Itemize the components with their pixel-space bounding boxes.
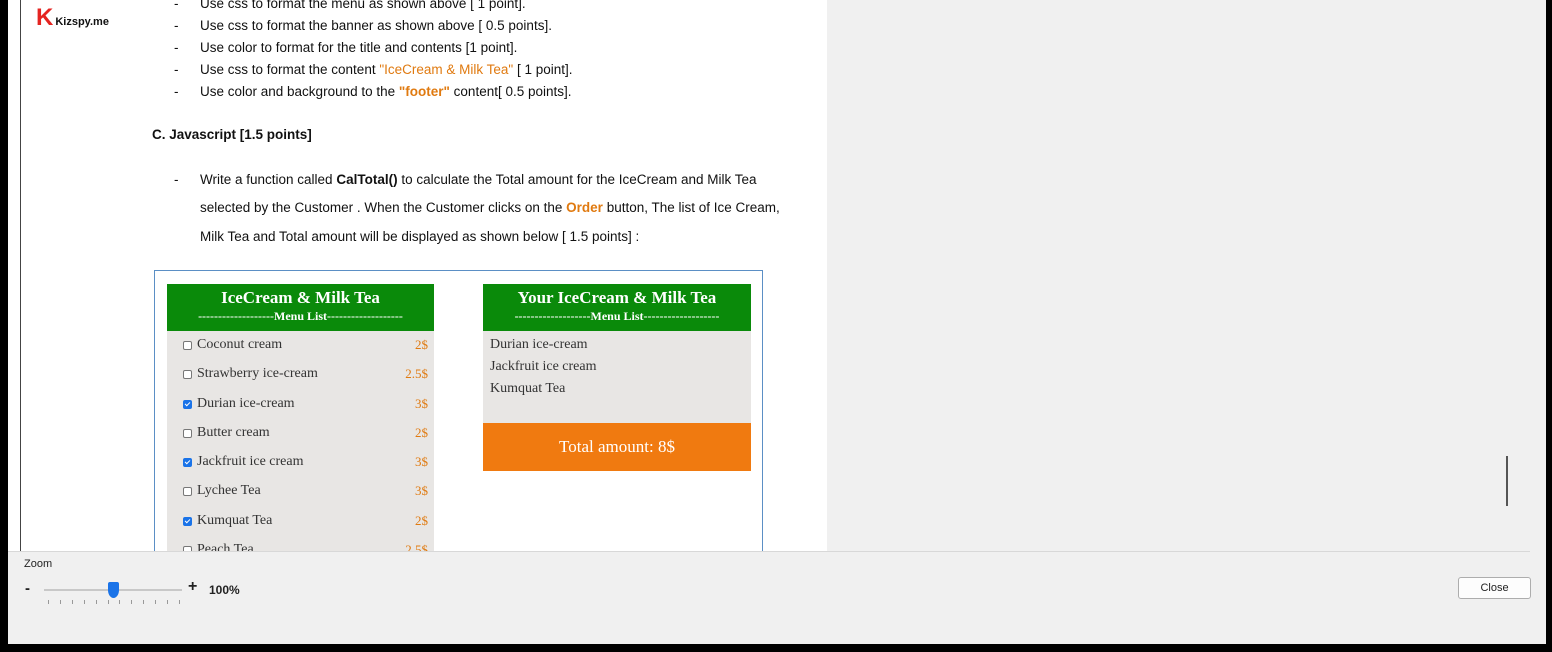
highlight-text: "IceCream & Milk Tea" — [379, 62, 514, 77]
menu-item: Strawberry ice-cream 2.5$ — [167, 360, 434, 389]
zoom-slider-thumb[interactable] — [108, 582, 119, 598]
menu-item-name: Jackfruit ice cream — [197, 454, 304, 470]
menu-item-name: Coconut cream — [197, 337, 283, 352]
doc-line: selected by the Customer . When the Cust… — [200, 200, 780, 215]
doc-line: Write a function called CalTotal() to ca… — [200, 172, 757, 187]
order-item: Kumquat Tea — [490, 381, 566, 396]
bullet: - — [174, 84, 179, 99]
menu-item-name: Durian ice-cream — [197, 395, 295, 411]
bullet: - — [174, 18, 179, 33]
order-title: Your IceCream & Milk Tea — [517, 288, 717, 307]
menu-title: IceCream & Milk Tea — [221, 288, 380, 307]
doc-line: Use css to format the content "IceCream … — [200, 62, 573, 77]
doc-line: Use color to format for the title and co… — [200, 40, 518, 55]
document-area: K Kizspy.me - Use css to format the menu… — [8, 0, 1530, 552]
order-subtitle: -------------------Menu List------------… — [514, 309, 720, 323]
document-page: K Kizspy.me - Use css to format the menu… — [34, 0, 827, 551]
menu-item: Peach Tea 2.5$ — [167, 536, 434, 551]
menu-item-name: Peach Tea — [197, 542, 254, 551]
menu-item-price: 2$ — [415, 512, 428, 528]
doc-line: Milk Tea and Total amount will be displa… — [200, 229, 640, 244]
menu-item-price: 2$ — [415, 424, 428, 440]
order-item: Jackfruit ice cream — [490, 359, 597, 374]
menu-item-checkbox[interactable] — [183, 428, 192, 438]
menu-item: Jackfruit ice cream 3$ — [167, 448, 434, 477]
zoom-out-button[interactable]: - — [25, 580, 30, 597]
menu-item: Durian ice-cream 3$ — [167, 390, 434, 419]
zoom-in-button[interactable]: + — [188, 578, 197, 596]
menu-item: Kumquat Tea 2$ — [167, 507, 434, 536]
menu-item-price: 3$ — [415, 483, 428, 499]
total-amount: Total amount: 8$ — [483, 422, 751, 471]
doc-line: Use color and background to the "footer"… — [200, 84, 572, 99]
highlight-text: Order — [566, 200, 603, 215]
menu-item-price: 2.5$ — [405, 542, 428, 551]
order-header: Your IceCream & Milk Tea ---------------… — [483, 284, 751, 331]
order-panel: Your IceCream & Milk Tea ---------------… — [483, 284, 751, 471]
menu-item-checkbox[interactable] — [183, 399, 192, 409]
menu-item: Coconut cream 2$ — [167, 331, 434, 360]
doc-line: Use css to format the menu as shown abov… — [200, 0, 526, 11]
kizspy-logo: K Kizspy.me — [36, 4, 109, 31]
section-title: C. Javascript [1.5 points] — [152, 127, 312, 142]
menu-item-checkbox[interactable] — [183, 516, 192, 526]
menu-item-checkbox[interactable] — [183, 458, 192, 468]
highlight-text: "footer" — [398, 84, 450, 99]
menu-item-name: Lychee Tea — [197, 483, 261, 499]
menu-item: Lychee Tea 3$ — [167, 477, 434, 506]
menu-item-price: 2$ — [415, 337, 428, 352]
menu-item-checkbox[interactable] — [183, 341, 192, 350]
zoom-label: Zoom — [24, 558, 53, 570]
menu-item: Butter cream 2$ — [167, 419, 434, 448]
order-item: Durian ice-cream — [490, 337, 588, 352]
order-list: Durian ice-cream Jackfruit ice cream Kumqu… — [483, 331, 751, 422]
menu-item-name: Butter cream — [197, 424, 270, 440]
function-name: CalTotal() — [336, 172, 398, 187]
menu-list: Coconut cream 2$ Strawberry ice-cream 2.5$ D… — [167, 331, 434, 551]
bullet: - — [174, 0, 179, 11]
menu-item-price: 3$ — [415, 395, 428, 411]
menu-panel: IceCream & Milk Tea -------------------M… — [167, 284, 434, 551]
logo-letter: K — [36, 4, 54, 31]
menu-header: IceCream & Milk Tea -------------------M… — [167, 284, 434, 331]
vertical-scrollbar[interactable] — [1506, 456, 1508, 506]
image-viewer: K Kizspy.me - Use css to format the menu… — [8, 0, 1546, 644]
menu-item-name: Kumquat Tea — [197, 512, 273, 528]
menu-item-price: 2.5$ — [405, 366, 428, 382]
close-button[interactable]: Close — [1458, 577, 1531, 599]
menu-item-checkbox[interactable] — [183, 546, 192, 551]
bullet: - — [174, 172, 179, 187]
menu-item-checkbox[interactable] — [183, 487, 192, 497]
zoom-slider-ticks — [48, 600, 180, 605]
menu-item-price: 3$ — [415, 454, 428, 470]
menu-item-name: Strawberry ice-cream — [197, 366, 318, 382]
demo-screenshot: IceCream & Milk Tea -------------------M… — [154, 270, 763, 551]
zoom-value: 100% — [209, 583, 240, 597]
bullet: - — [174, 40, 179, 55]
page-margin-strip — [8, 0, 34, 551]
menu-item-checkbox[interactable] — [183, 370, 192, 380]
doc-line: Use css to format the banner as shown ab… — [200, 18, 552, 33]
logo-text: Kizspy.me — [55, 16, 109, 28]
bullet: - — [174, 62, 179, 77]
menu-subtitle: -------------------Menu List------------… — [198, 309, 403, 323]
